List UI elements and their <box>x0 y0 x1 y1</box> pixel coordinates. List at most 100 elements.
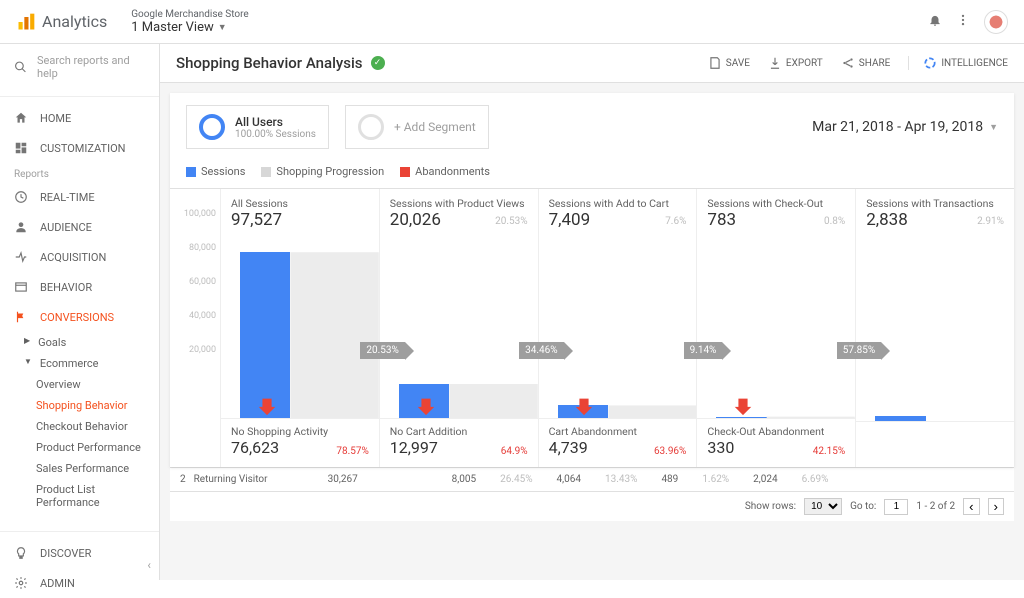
rows-select[interactable]: 10 <box>804 498 842 515</box>
search-icon <box>14 60 27 74</box>
nav-ecommerce[interactable]: ▼Ecommerce <box>0 353 159 374</box>
nav-product-performance[interactable]: Product Performance <box>0 437 159 458</box>
goto-input[interactable] <box>884 499 908 515</box>
gear-icon <box>14 576 28 590</box>
nav-shopping-behavior[interactable]: Shopping Behavior <box>0 395 159 416</box>
date-range-picker[interactable]: Mar 21, 2018 - Apr 19, 2018 ▼ <box>812 119 998 135</box>
search-input[interactable]: Search reports and help <box>0 44 159 90</box>
verified-badge-icon: ✓ <box>371 56 385 70</box>
product-name: Analytics <box>42 12 107 31</box>
notifications-icon[interactable] <box>928 13 942 30</box>
flow-arrow: 57.85% <box>837 342 881 359</box>
funnel-stage[interactable]: Sessions with Add to Cart7,4097.6%9.14%C… <box>538 189 697 467</box>
nav-home[interactable]: HOME <box>0 103 159 133</box>
intelligence-button[interactable]: INTELLIGENCE <box>908 56 1008 70</box>
flow-area <box>539 238 697 418</box>
show-rows-label: Show rows: <box>745 501 796 512</box>
chevron-right-icon: ▶ <box>24 336 30 349</box>
nav-conversions[interactable]: CONVERSIONS <box>0 302 159 332</box>
funnel-card: All Users 100.00% Sessions + Add Segment… <box>170 93 1014 467</box>
nav-behavior[interactable]: BEHAVIOR <box>0 272 159 302</box>
abandon-arrow-icon <box>415 395 437 417</box>
nav-sales-performance[interactable]: Sales Performance <box>0 458 159 479</box>
segment-add-icon <box>358 114 384 140</box>
abandon-arrow-icon <box>732 395 754 417</box>
funnel-stage[interactable]: Sessions with Transactions2,8382.91% <box>855 189 1014 467</box>
reports-section-label: Reports <box>0 163 159 182</box>
acquisition-icon <box>14 250 28 264</box>
page-range: 1 - 2 of 2 <box>916 501 955 512</box>
row-label: Returning Visitor <box>194 474 304 485</box>
caret-down-icon: ▼ <box>218 22 227 33</box>
nav-audience[interactable]: AUDIENCE <box>0 212 159 242</box>
more-icon[interactable] <box>956 13 970 30</box>
analytics-logo-icon <box>16 12 36 32</box>
person-icon <box>14 220 28 234</box>
report-title: Shopping Behavior Analysis <box>176 54 363 72</box>
bar <box>240 252 290 418</box>
flow-arrow: 34.46% <box>519 342 563 359</box>
chart-legend: Sessions Shopping Progression Abandonmen… <box>170 161 1014 188</box>
abandon-arrow-icon <box>573 395 595 417</box>
segment-circle-icon <box>199 114 225 140</box>
legend-progression[interactable]: Shopping Progression <box>261 165 384 178</box>
account-name: Google Merchandise Store <box>131 9 249 20</box>
nav-checkout-behavior[interactable]: Checkout Behavior <box>0 416 159 437</box>
dashboard-icon <box>14 141 28 155</box>
nav-realtime[interactable]: REAL-TIME <box>0 182 159 212</box>
funnel-stage[interactable]: Sessions with Check-Out7830.8%57.85%Chec… <box>696 189 855 467</box>
flow-area <box>697 238 855 418</box>
export-icon <box>768 56 782 70</box>
table-row[interactable]: 2 Returning Visitor 30,267 8,00526.45% 4… <box>170 467 1014 491</box>
avatar[interactable] <box>984 10 1008 34</box>
flag-icon <box>14 310 28 324</box>
segment-subtitle: 100.00% Sessions <box>235 129 316 140</box>
next-page-button[interactable]: › <box>988 498 1004 515</box>
nav-admin[interactable]: ADMIN <box>0 568 159 598</box>
nav-overview[interactable]: Overview <box>0 374 159 395</box>
chevron-down-icon: ▼ <box>24 357 32 370</box>
top-bar: Analytics Google Merchandise Store 1 Mas… <box>0 0 1024 44</box>
bulb-icon <box>14 546 28 560</box>
funnel-stage[interactable]: All Sessions97,52720.53%No Shopping Acti… <box>220 189 379 467</box>
funnel-stage[interactable]: Sessions with Product Views20,02620.53%3… <box>379 189 538 467</box>
collapse-sidebar-button[interactable]: ‹ <box>147 558 151 572</box>
share-button[interactable]: SHARE <box>841 56 891 70</box>
add-segment-button[interactable]: + Add Segment <box>345 105 489 149</box>
report-header: Shopping Behavior Analysis ✓ SAVE EXPORT… <box>160 44 1024 83</box>
nav-customization[interactable]: CUSTOMIZATION <box>0 133 159 163</box>
logo[interactable]: Analytics <box>16 12 107 32</box>
report-actions: SAVE EXPORT SHARE INTELLIGENCE <box>708 56 1008 70</box>
segment-title: All Users <box>235 115 316 129</box>
nav-product-list-performance[interactable]: Product List Performance <box>0 479 159 513</box>
nav-acquisition[interactable]: ACQUISITION <box>0 242 159 272</box>
funnel-chart: 100,00080,00060,00040,00020,000 All Sess… <box>170 188 1014 467</box>
flow-arrow: 9.14% <box>684 342 723 359</box>
account-selector[interactable]: Google Merchandise Store 1 Master View ▼ <box>131 9 249 35</box>
table-pager: Show rows: 10 Go to: 1 - 2 of 2 ‹ › <box>170 491 1014 521</box>
abandon-arrow-icon <box>256 395 278 417</box>
home-icon <box>14 111 28 125</box>
legend-abandonments[interactable]: Abandonments <box>400 165 490 178</box>
flow-arrow: 20.53% <box>360 342 404 359</box>
share-icon <box>841 56 855 70</box>
view-name: 1 Master View ▼ <box>131 20 249 35</box>
caret-down-icon: ▼ <box>989 122 998 133</box>
report-content: Shopping Behavior Analysis ✓ SAVE EXPORT… <box>160 44 1024 580</box>
nav-goals[interactable]: ▶Goals <box>0 332 159 353</box>
goto-label: Go to: <box>850 501 876 512</box>
topbar-actions <box>928 10 1008 34</box>
prev-page-button[interactable]: ‹ <box>963 498 979 515</box>
row-index: 2 <box>180 474 186 485</box>
intelligence-icon <box>923 56 937 70</box>
legend-sessions[interactable]: Sessions <box>186 165 245 178</box>
nav-discover[interactable]: DISCOVER <box>0 538 159 568</box>
export-button[interactable]: EXPORT <box>768 56 823 70</box>
save-button[interactable]: SAVE <box>708 56 750 70</box>
sidebar: Search reports and help HOME CUSTOMIZATI… <box>0 44 160 580</box>
y-axis: 100,00080,00060,00040,00020,000 <box>170 189 220 467</box>
segment-all-users[interactable]: All Users 100.00% Sessions <box>186 105 329 149</box>
save-icon <box>708 56 722 70</box>
behavior-icon <box>14 280 28 294</box>
clock-icon <box>14 190 28 204</box>
